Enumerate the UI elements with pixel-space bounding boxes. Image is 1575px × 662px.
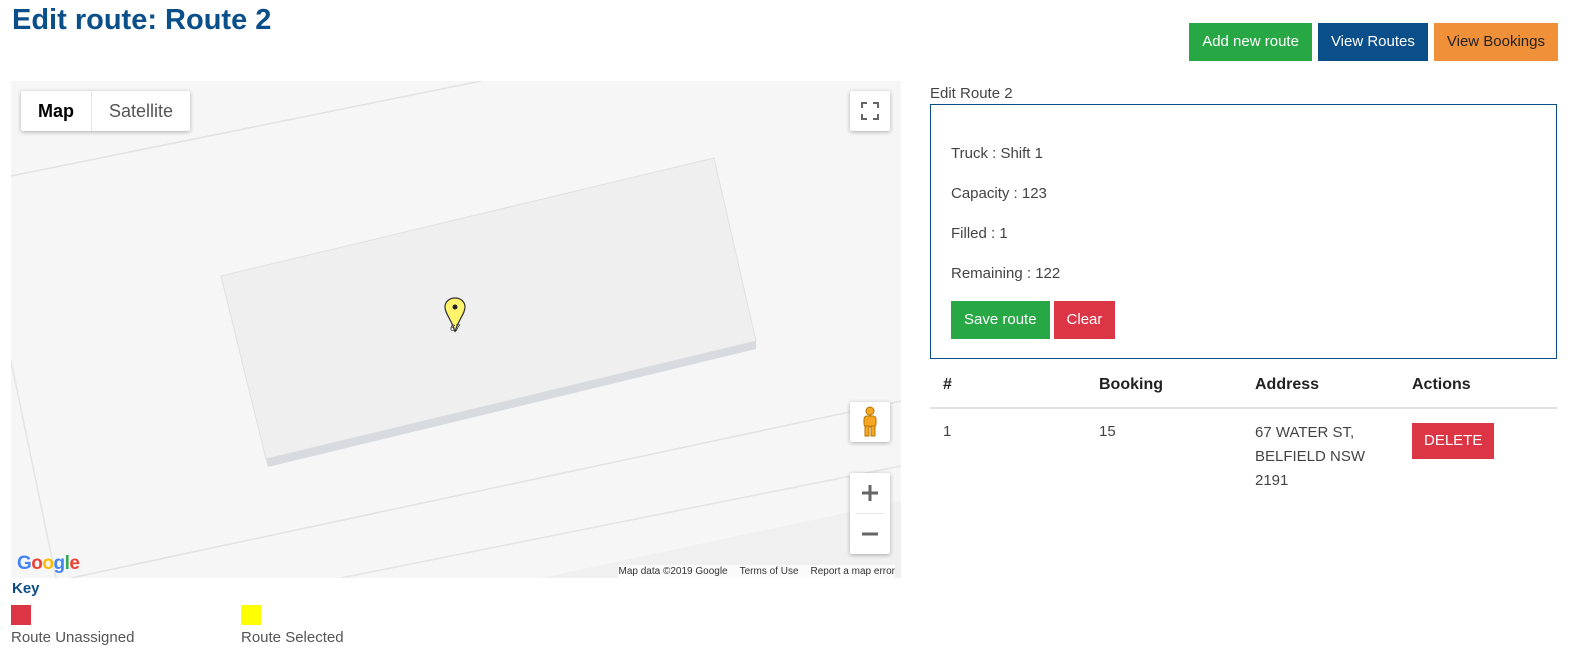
map-marker[interactable]: 67 — [443, 296, 467, 341]
clear-button[interactable]: Clear — [1053, 301, 1116, 339]
filled-info: Filled : 1 — [951, 225, 1008, 242]
street-view-pegman[interactable] — [850, 402, 890, 442]
route-details-panel: Truck : Shift 1 Capacity : 123 Filled : … — [930, 104, 1557, 359]
google-logo: Google — [17, 553, 80, 574]
truck-info: Truck : Shift 1 — [951, 145, 1043, 162]
terms-of-use-link[interactable]: Terms of Use — [740, 566, 799, 577]
map-type-map-button[interactable]: Map — [21, 91, 92, 131]
panel-caption: Edit Route 2 — [930, 85, 1013, 102]
header-actions: Actions — [1412, 375, 1471, 393]
map-data-attribution: Map data ©2019 Google — [618, 566, 728, 577]
minus-icon — [862, 532, 878, 536]
remaining-info: Remaining : 122 — [951, 265, 1061, 282]
route-bookings-table: # Booking Address Actions 1 15 67 WATER … — [930, 362, 1557, 493]
top-actions: Add new route View Routes View Bookings — [1189, 23, 1558, 61]
map-footer: Map data ©2019 Google Terms of Use Repor… — [618, 565, 895, 578]
view-routes-button[interactable]: View Routes — [1317, 23, 1428, 61]
header-number: # — [943, 375, 952, 393]
key-label-selected: Route Selected — [241, 629, 344, 646]
row-address: 67 WATER ST, BELFIELD NSW 2191 — [1255, 424, 1366, 489]
route-map[interactable]: Map Satellite 67 Google Map data ©2019 G… — [11, 81, 901, 578]
header-booking: Booking — [1099, 375, 1163, 393]
zoom-in-button[interactable] — [850, 473, 890, 513]
zoom-out-button[interactable] — [850, 514, 890, 554]
report-map-error-link[interactable]: Report a map error — [811, 566, 895, 577]
key-swatch-unassigned — [11, 605, 31, 625]
table-row: 1 15 67 WATER ST, BELFIELD NSW 2191 DELE… — [930, 409, 1557, 493]
key-label-unassigned: Route Unassigned — [11, 629, 135, 646]
pegman-icon — [863, 406, 877, 437]
key-title: Key — [12, 580, 40, 597]
panel-actions: Save route Clear — [951, 301, 1116, 339]
map-marker-label: 67 — [450, 323, 461, 333]
key-swatch-selected — [241, 605, 261, 625]
save-route-button[interactable]: Save route — [951, 301, 1050, 339]
fullscreen-icon — [861, 102, 879, 120]
page-title: Edit route: Route 2 — [12, 4, 272, 36]
capacity-info: Capacity : 123 — [951, 185, 1047, 202]
zoom-control — [850, 473, 890, 554]
row-booking: 15 — [1099, 423, 1116, 440]
plus-icon — [862, 485, 878, 501]
header-address: Address — [1255, 375, 1320, 393]
delete-booking-button[interactable]: DELETE — [1412, 423, 1495, 459]
table-header: # Booking Address Actions — [930, 362, 1557, 409]
add-new-route-button[interactable]: Add new route — [1189, 23, 1312, 61]
map-type-toggle: Map Satellite — [21, 91, 191, 131]
row-number: 1 — [943, 423, 952, 440]
fullscreen-button[interactable] — [850, 91, 890, 131]
map-type-satellite-button[interactable]: Satellite — [92, 91, 190, 131]
view-bookings-button[interactable]: View Bookings — [1433, 23, 1558, 61]
row-actions: DELETE — [1399, 423, 1557, 459]
